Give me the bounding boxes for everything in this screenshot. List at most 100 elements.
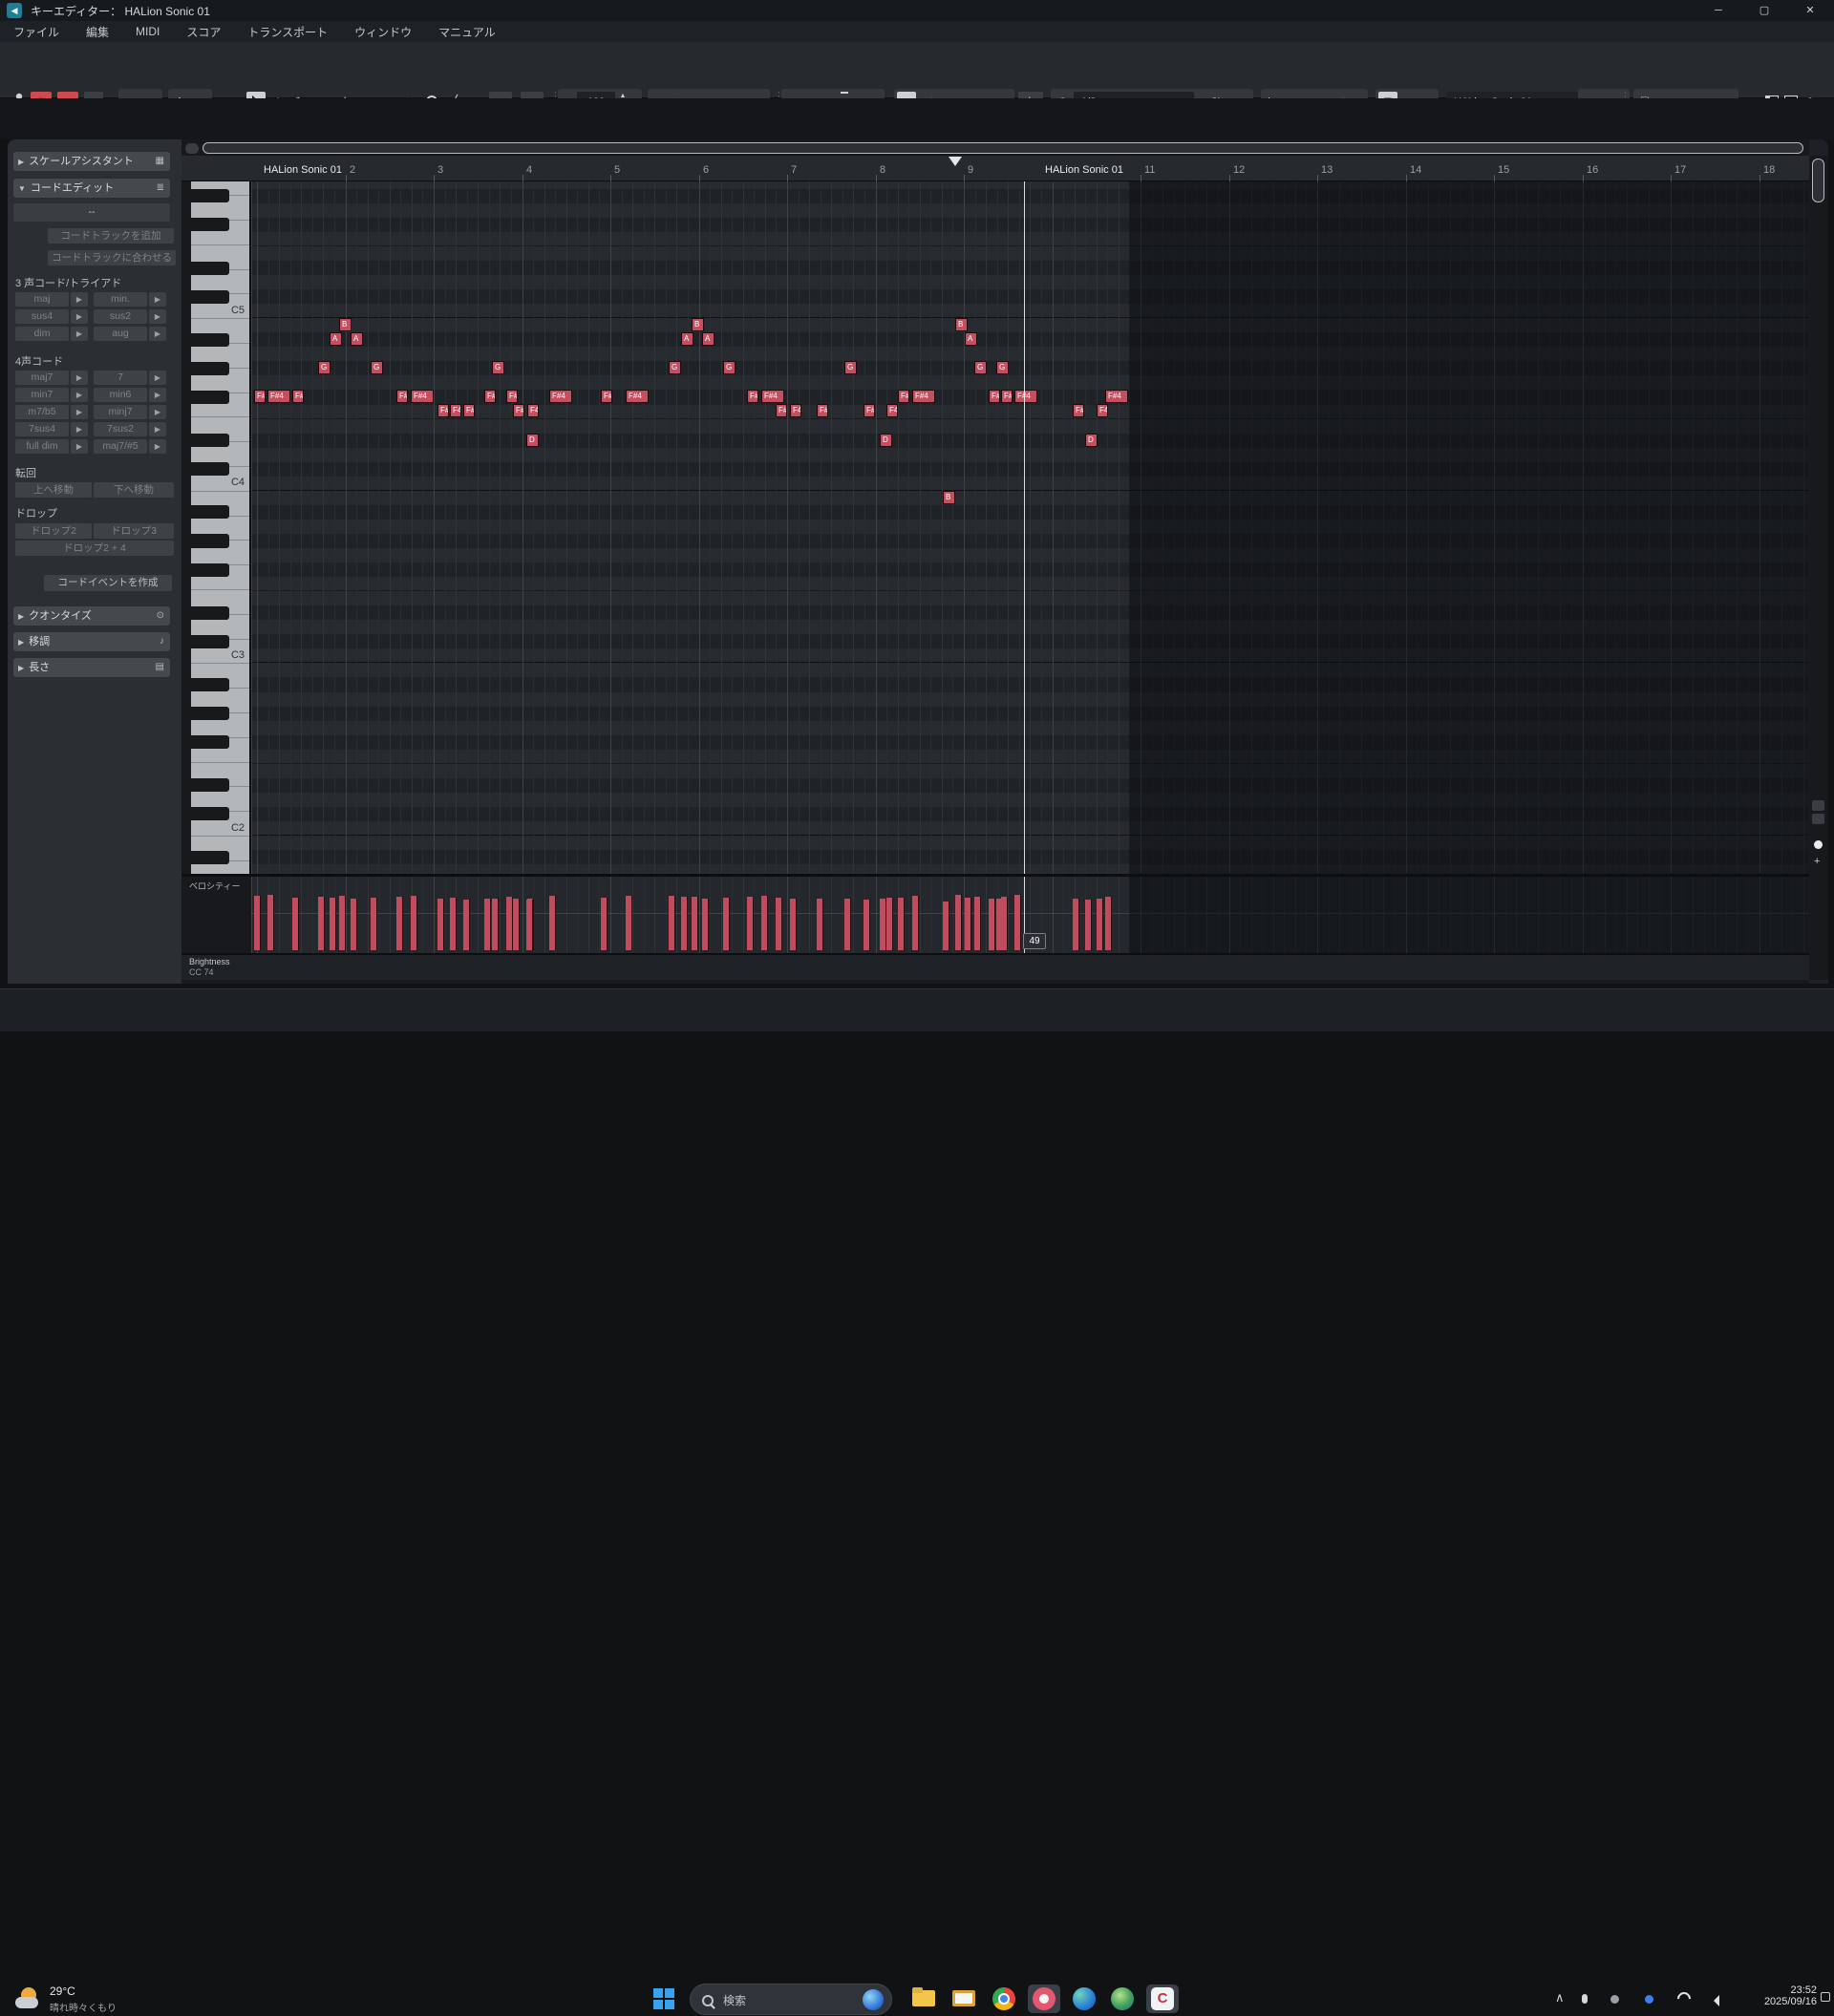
mic-icon[interactable] — [1582, 1992, 1588, 2006]
section-scale-assistant[interactable]: ▶スケールアシスタント ▦ — [13, 152, 170, 171]
minimize-button[interactable]: ─ — [1696, 0, 1740, 21]
move-down-button[interactable]: 下へ移動 — [94, 482, 174, 498]
active-app-red-icon[interactable] — [1028, 1984, 1060, 2013]
hscroll-left-button[interactable] — [185, 143, 199, 154]
chord-play-button[interactable]: ▶ — [71, 327, 88, 341]
cubase-c-glyph: C — [1151, 1987, 1174, 2010]
tray-expand-icon[interactable]: ∧ — [1555, 1990, 1565, 2005]
controller-lane-selector[interactable]: Brightness CC 74 — [181, 955, 1809, 980]
section-transpose[interactable]: ▶移調 ♪ — [13, 632, 170, 651]
chord-play-button[interactable]: ▶ — [149, 388, 166, 402]
horizontal-scrollbar[interactable] — [203, 142, 1803, 154]
volume-icon[interactable] — [1708, 1994, 1719, 2011]
cubase-taskbar-icon[interactable]: C — [1146, 1984, 1179, 2013]
move-up-button[interactable]: 上へ移動 — [15, 482, 92, 498]
chord-play-button[interactable]: ▶ — [149, 327, 166, 341]
chord-type-button[interactable]: dim — [15, 327, 69, 341]
menu-item[interactable]: MIDI — [136, 25, 160, 38]
chevron-down-icon: ▼ — [13, 184, 31, 193]
cubase-app-icon: ◀ — [7, 3, 22, 18]
notification-icon[interactable] — [1821, 1992, 1830, 2002]
chord-play-button[interactable]: ▶ — [71, 422, 88, 436]
chord-type-button[interactable]: minj7 — [94, 405, 147, 419]
chord-play-button[interactable]: ▶ — [71, 439, 88, 454]
add-chord-track-button[interactable]: コードトラックを追加 — [48, 228, 174, 244]
chord-type-button[interactable]: maj7 — [15, 371, 69, 385]
section-label: 長さ — [29, 662, 50, 673]
section-chord-editing[interactable]: ▼コードエディット ≣ — [13, 179, 170, 198]
menu-item[interactable]: ウィンドウ — [354, 24, 412, 40]
velocity-lane-label: ベロシティー — [189, 880, 240, 892]
win-pane — [665, 2000, 674, 2009]
chord-type-button[interactable]: maj7/#5 — [94, 439, 147, 454]
inspector-sidebar: ▶スケールアシスタント ▦ ▼コードエディット ≣ -- コードトラックを追加 … — [8, 139, 181, 984]
chord-type-button[interactable]: 7sus4 — [15, 422, 69, 436]
gray-status-icon[interactable] — [1610, 1995, 1619, 2004]
chord-type-button[interactable]: 7sus2 — [94, 422, 147, 436]
chrome-icon[interactable] — [990, 1984, 1018, 2013]
taskbar-search-box[interactable]: 検索 — [690, 1984, 892, 2015]
folder-icon[interactable] — [949, 1984, 978, 2013]
drop3-button[interactable]: ドロップ3 — [94, 523, 174, 539]
chord-type-button[interactable]: aug — [94, 327, 147, 341]
folder-tab — [912, 1987, 923, 1993]
chord-type-button[interactable]: 7 — [94, 371, 147, 385]
zoom-knob[interactable] — [1814, 840, 1823, 849]
menu-item[interactable]: トランスポート — [247, 24, 328, 40]
create-chord-event-button[interactable]: コードイベントを作成 — [44, 575, 172, 591]
section-label: コードエディット — [31, 182, 114, 194]
menu-item[interactable]: スコア — [186, 24, 221, 40]
ruler[interactable] — [181, 156, 1809, 181]
weather-desc[interactable]: 晴れ時々くもり — [50, 2000, 117, 2014]
drop2-4-button[interactable]: ドロップ2 + 4 — [15, 541, 174, 556]
mic-body — [1582, 1994, 1588, 2004]
chord-play-button[interactable]: ▶ — [71, 309, 88, 324]
chord-play-button[interactable]: ▶ — [71, 405, 88, 419]
browser-circle-icon[interactable] — [1108, 1984, 1137, 2013]
chord-type-button[interactable]: min7 — [15, 388, 69, 402]
section-length[interactable]: ▶長さ ▤ — [13, 658, 170, 677]
menu-item[interactable]: マニュアル — [438, 24, 496, 40]
section-quantize[interactable]: ▶クオンタイズ ⊙ — [13, 606, 170, 626]
zoom-preset-button[interactable] — [1812, 814, 1824, 824]
chord-play-button[interactable]: ▶ — [71, 292, 88, 307]
chord-play-button[interactable]: ▶ — [149, 439, 166, 454]
chord-type-button[interactable]: full dim — [15, 439, 69, 454]
vertical-scrollbar[interactable] — [1812, 159, 1824, 202]
chevron-right-icon: ▶ — [13, 158, 29, 166]
menu-item[interactable]: ファイル — [13, 24, 59, 40]
close-button[interactable]: ✕ — [1788, 0, 1832, 21]
match-with-chord-track-button[interactable]: コードトラックに合わせる — [48, 250, 176, 265]
chord-type-button[interactable]: sus4 — [15, 309, 69, 324]
zoom-plus-button[interactable]: + — [1814, 856, 1820, 867]
blue-status-icon[interactable] — [1645, 1995, 1653, 2004]
weather-temp[interactable]: 29°C — [50, 1984, 75, 1998]
file-explorer-icon[interactable] — [909, 1984, 938, 2013]
chord-play-button[interactable]: ▶ — [149, 405, 166, 419]
drop2-button[interactable]: ドロップ2 — [15, 523, 92, 539]
maximize-button[interactable]: ▢ — [1742, 0, 1786, 21]
section-label: 移調 — [29, 636, 50, 647]
chord-play-button[interactable]: ▶ — [71, 371, 88, 385]
chord-play-button[interactable]: ▶ — [149, 371, 166, 385]
clock-date: 2025/09/16 — [1746, 1996, 1817, 2007]
chord-type-button[interactable]: min6 — [94, 388, 147, 402]
chord-type-button[interactable]: maj — [15, 292, 69, 307]
edge-icon[interactable] — [1070, 1984, 1098, 2013]
titlebar[interactable]: ◀ キーエディター： HALion Sonic 01 ─ ▢ ✕ — [0, 0, 1834, 21]
chord-type-button[interactable]: m7/b5 — [15, 405, 69, 419]
clock[interactable]: 23:52 2025/09/16 — [1746, 1984, 1817, 2007]
chord-play-button[interactable]: ▶ — [149, 422, 166, 436]
windows-start-button[interactable] — [653, 1988, 674, 2009]
weather-icon[interactable] — [13, 1984, 46, 2016]
chord-type-button[interactable]: min. — [94, 292, 147, 307]
lane-splitter[interactable] — [181, 874, 1809, 877]
zoom-preset-button[interactable] — [1812, 800, 1824, 811]
chord-play-button[interactable]: ▶ — [149, 292, 166, 307]
chord-play-button[interactable]: ▶ — [149, 309, 166, 324]
search-placeholder: 検索 — [723, 1992, 746, 2008]
menu-item[interactable]: 編集 — [86, 24, 109, 40]
chord-type-button[interactable]: sus2 — [94, 309, 147, 324]
chord-play-button[interactable]: ▶ — [71, 388, 88, 402]
wifi-icon[interactable] — [1674, 1989, 1694, 2008]
